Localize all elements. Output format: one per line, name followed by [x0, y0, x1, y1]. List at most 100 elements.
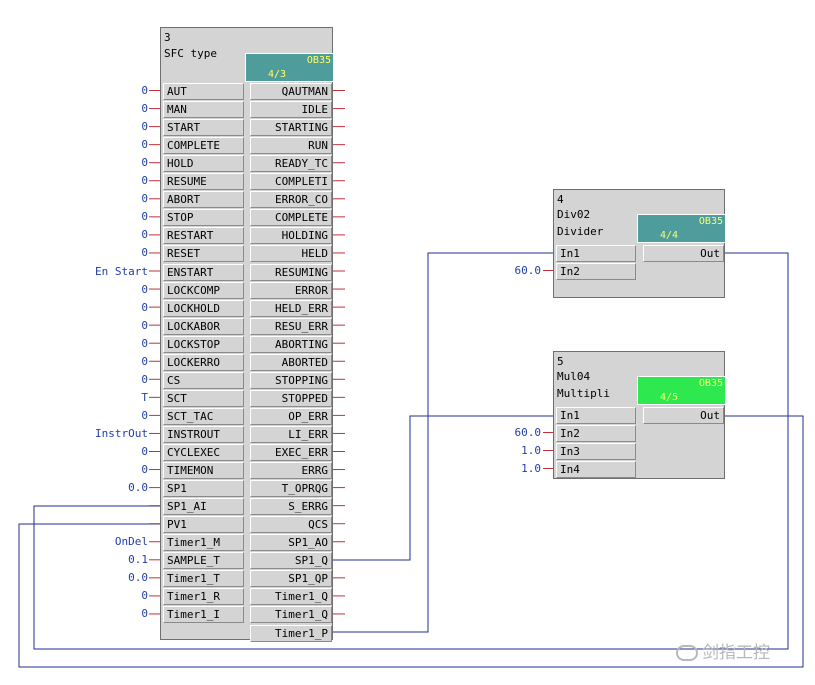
sfc-block[interactable]: 3 SFC type OB35 4/3 AUT MAN START COMPLETE H… — [160, 27, 334, 642]
sfc-output-pin[interactable]: SP1_Q — [250, 552, 332, 570]
sfc-input-value[interactable]: 0 — [40, 100, 148, 117]
sfc-output-pin[interactable]: RESUMING — [250, 263, 332, 281]
sfc-input-pin[interactable]: COMPLETE — [163, 137, 244, 155]
sfc-output-pin[interactable]: RUN — [250, 137, 332, 155]
sfc-input-value[interactable]: 0 — [40, 208, 148, 225]
mul-input-value[interactable]: 60.0 — [483, 424, 542, 441]
sfc-input-pin[interactable]: LOCKCOMP — [163, 281, 244, 299]
sfc-output-pin[interactable]: COMPLETE — [250, 209, 332, 227]
sfc-input-value[interactable]: 0 — [40, 190, 148, 207]
sfc-input-pin[interactable]: SCT_TAC — [163, 407, 244, 425]
sfc-input-value[interactable]: 0 — [40, 335, 148, 352]
sfc-output-pin[interactable]: ABORTING — [250, 335, 332, 353]
sfc-input-value[interactable]: InstrOut — [40, 425, 148, 442]
sfc-output-pin[interactable]: SP1_QP — [250, 570, 332, 588]
sfc-input-value[interactable]: 0 — [40, 443, 148, 460]
sfc-input-value[interactable]: 0 — [40, 353, 148, 370]
sfc-input-pin[interactable]: STOP — [163, 209, 244, 227]
sfc-input-value[interactable]: 0 — [40, 371, 148, 388]
sfc-output-pin[interactable]: ABORTED — [250, 353, 332, 371]
sfc-input-pin[interactable]: LOCKERRO — [163, 353, 244, 371]
sfc-input-pin[interactable]: SP1_AI — [163, 498, 244, 516]
mul-input-pin[interactable]: In2 — [556, 425, 636, 442]
sfc-input-value[interactable]: 0 — [40, 407, 148, 424]
sfc-output-pin[interactable]: COMPLETI — [250, 173, 332, 191]
sfc-input-value[interactable]: OnDel — [40, 533, 148, 550]
sfc-input-value[interactable]: 0 — [40, 461, 148, 478]
sfc-input-value[interactable]: 0 — [40, 118, 148, 135]
sfc-output-pin[interactable]: OP_ERR — [250, 407, 332, 425]
sfc-input-pin[interactable]: START — [163, 119, 244, 137]
sfc-input-value[interactable]: 0 — [40, 172, 148, 189]
sfc-input-value[interactable]: 0 — [40, 299, 148, 316]
sfc-output-pin[interactable]: Timer1_Q — [250, 606, 332, 624]
sfc-output-pin[interactable]: RESU_ERR — [250, 317, 332, 335]
sfc-input-value[interactable]: 0 — [40, 82, 148, 99]
sfc-input-pin[interactable]: RESTART — [163, 227, 244, 245]
mul-output-pin[interactable]: Out — [643, 407, 724, 424]
sfc-output-pin[interactable]: STARTING — [250, 119, 332, 137]
sfc-input-pin[interactable]: MAN — [163, 101, 244, 119]
sfc-input-pin[interactable]: ABORT — [163, 191, 244, 209]
sfc-input-value[interactable]: 0.0 — [40, 479, 148, 496]
div-input-pin[interactable]: In1 — [556, 245, 636, 262]
sfc-input-pin[interactable]: SP1 — [163, 480, 244, 498]
sfc-output-pin[interactable]: QCS — [250, 516, 332, 534]
sfc-output-pin[interactable]: S_ERRG — [250, 498, 332, 516]
sfc-output-pin[interactable]: HELD — [250, 245, 332, 263]
sfc-input-pin[interactable]: CYCLEXEC — [163, 444, 244, 461]
sfc-output-pin[interactable]: READY_TC — [250, 155, 332, 173]
sfc-input-pin[interactable]: LOCKSTOP — [163, 335, 244, 353]
divider-block[interactable]: 4 Div02 Divider OB35 4/4 In1 In2 Out — [553, 189, 726, 298]
sfc-input-pin[interactable]: LOCKABOR — [163, 317, 244, 335]
sfc-input-pin[interactable]: TIMEMON — [163, 462, 244, 480]
sfc-output-pin[interactable]: EXEC_ERR — [250, 444, 332, 461]
sfc-input-value[interactable]: En Start — [40, 263, 148, 280]
sfc-input-value[interactable]: 0 — [40, 605, 148, 622]
mul-input-pin[interactable]: In3 — [556, 443, 636, 460]
div-output-pin[interactable]: Out — [643, 245, 724, 262]
sfc-input-value[interactable]: 0.0 — [40, 569, 148, 586]
sfc-input-pin[interactable]: LOCKHOLD — [163, 299, 244, 317]
div-input-value[interactable]: 60.0 — [483, 262, 542, 279]
sfc-input-value[interactable]: 0 — [40, 244, 148, 261]
sfc-input-value[interactable]: 0 — [40, 587, 148, 604]
sfc-input-pin[interactable]: INSTROUT — [163, 425, 244, 443]
sfc-input-pin[interactable]: AUT — [163, 83, 244, 100]
mul-input-value[interactable]: 1.0 — [483, 460, 541, 477]
mul-input-value[interactable]: 1.0 — [483, 442, 541, 459]
sfc-output-pin[interactable]: ERROR_CO — [250, 191, 332, 209]
sfc-input-value[interactable]: 0 — [40, 317, 148, 334]
sfc-output-pin[interactable]: SP1_AO — [250, 534, 332, 552]
sfc-input-pin[interactable]: RESET — [163, 245, 244, 263]
sfc-input-value[interactable]: 0 — [40, 136, 148, 153]
sfc-input-pin[interactable]: HOLD — [163, 155, 244, 173]
sfc-output-pin[interactable]: STOPPED — [250, 389, 332, 407]
sfc-input-pin[interactable]: RESUME — [163, 173, 244, 191]
mul-input-pin[interactable]: In1 — [556, 407, 636, 424]
sfc-input-pin[interactable]: Timer1_T — [163, 570, 244, 588]
mul-input-pin[interactable]: In4 — [556, 461, 636, 478]
sfc-output-pin[interactable]: LI_ERR — [250, 425, 332, 443]
sfc-output-pin[interactable]: STOPPING — [250, 371, 332, 389]
sfc-input-pin[interactable]: PV1 — [163, 516, 244, 534]
div-input-pin[interactable]: In2 — [556, 263, 636, 280]
sfc-input-pin[interactable]: Timer1_R — [163, 588, 244, 606]
sfc-input-value[interactable]: 0.1 — [40, 551, 148, 568]
sfc-input-pin[interactable]: CS — [163, 371, 244, 389]
sfc-input-pin[interactable]: SCT — [163, 389, 244, 407]
sfc-output-pin[interactable]: ERRG — [250, 462, 332, 480]
sfc-output-pin[interactable]: T_OPRQG — [250, 480, 332, 498]
sfc-input-pin[interactable]: SAMPLE_T — [163, 552, 244, 570]
sfc-output-pin[interactable]: ERROR — [250, 281, 332, 299]
sfc-input-pin[interactable]: Timer1_I — [163, 606, 244, 624]
sfc-output-pin[interactable]: HELD_ERR — [250, 299, 332, 317]
sfc-input-value[interactable]: 0 — [40, 154, 148, 171]
sfc-input-pin[interactable]: Timer1_M — [163, 534, 244, 552]
sfc-output-pin[interactable]: Timer1_Q — [250, 588, 332, 606]
sfc-input-value[interactable]: 0 — [40, 281, 148, 298]
sfc-output-pin[interactable]: IDLE — [250, 101, 332, 119]
sfc-output-pin[interactable]: HOLDING — [250, 227, 332, 245]
sfc-input-value[interactable]: T — [40, 389, 148, 406]
sfc-output-pin[interactable]: Timer1_P — [250, 624, 332, 642]
